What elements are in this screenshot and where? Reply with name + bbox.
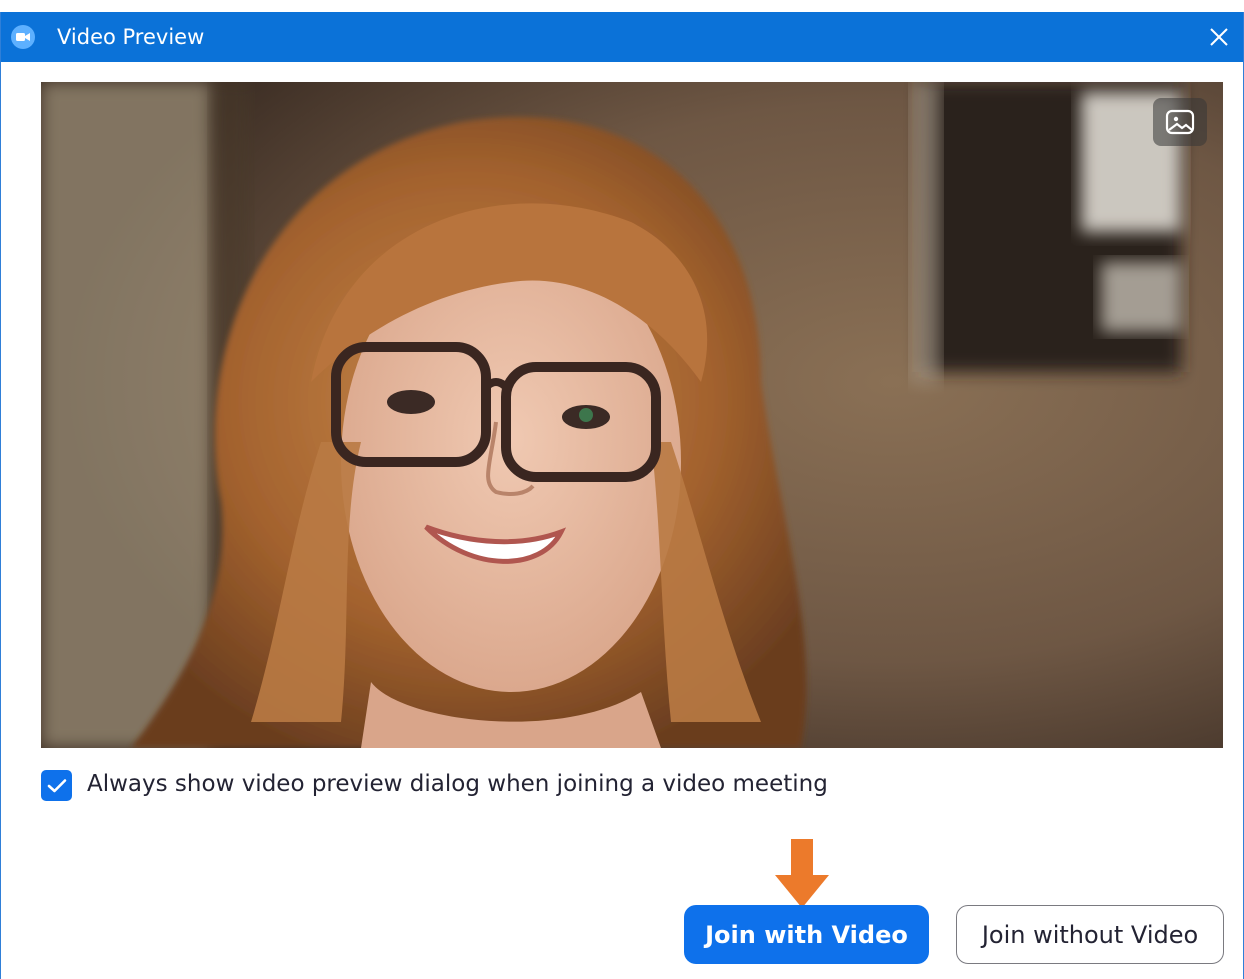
close-button[interactable]	[1195, 12, 1243, 62]
camera-feed-image	[41, 82, 1223, 748]
join-without-video-button[interactable]: Join without Video	[956, 905, 1224, 964]
camera-preview	[41, 82, 1223, 748]
image-icon	[1165, 109, 1195, 135]
arrow-down-icon	[775, 839, 829, 908]
video-preview-dialog: Video Preview Always show video preview …	[0, 12, 1244, 979]
virtual-background-button[interactable]	[1153, 98, 1207, 146]
window-title: Video Preview	[57, 25, 205, 49]
close-icon	[1210, 28, 1228, 46]
title-bar: Video Preview	[1, 12, 1243, 62]
checkmark-icon	[47, 778, 66, 792]
join-with-video-button[interactable]: Join with Video	[684, 905, 929, 964]
always-show-preview-label[interactable]: Always show video preview dialog when jo…	[87, 769, 828, 799]
always-show-preview-checkbox[interactable]	[41, 770, 72, 801]
camera-icon	[11, 25, 35, 49]
